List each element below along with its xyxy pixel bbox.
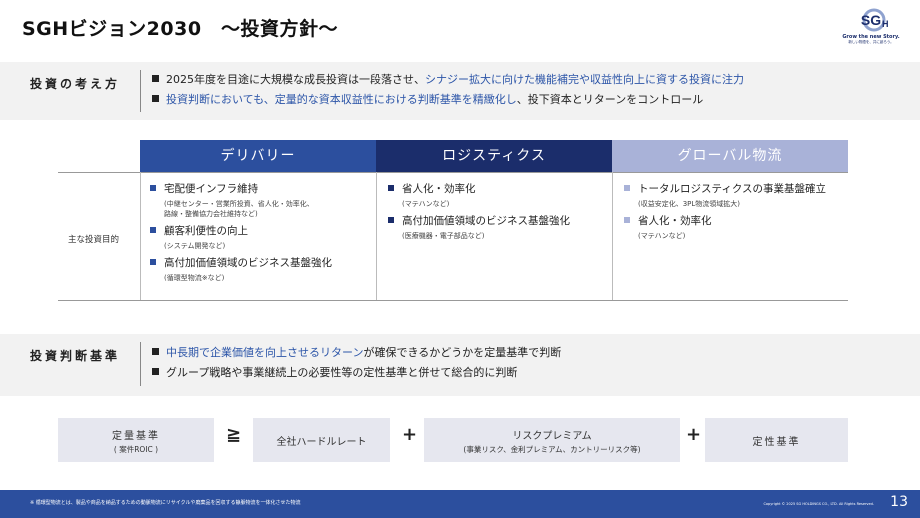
box-label: 定性基準	[752, 437, 801, 448]
table-bottom-line	[58, 300, 848, 301]
criteria-bullet-1: 中長期で企業価値を向上させるリターンが確保できるかどうかを定量基準で判断	[152, 343, 561, 363]
table-vline	[140, 172, 141, 300]
page-title: SGHビジョン2030 ～投資方針～	[22, 18, 339, 40]
bullet-text: グループ戦略や事業継続上の必要性等の定性基準と併せて総合的に判断	[166, 366, 518, 379]
bullet-square-icon	[152, 348, 159, 355]
item-note: (マテハンなど)	[402, 200, 450, 208]
policy-bullet-2: 投資判断においても、定量的な資本収益性における判断基準を精緻化し、投下資本とリタ…	[152, 90, 744, 110]
item-text: トータルロジスティクスの事業基盤確立	[638, 183, 827, 195]
item-text: 省人化・効率化	[638, 215, 712, 227]
item-note: (システム開発など)	[164, 242, 226, 250]
global-column: トータルロジスティクスの事業基盤確立 (収益安定化、3PL物流領域拡大) 省人化…	[624, 183, 826, 247]
company-logo: SG H Grow the new Story. 新しい物語を、共に創ろう。	[836, 6, 906, 50]
note-line: (中継センター・営業所投資、省人化・効率化、	[164, 200, 314, 208]
bullet-square-icon	[150, 185, 156, 191]
box-sublabel: ( 案件ROIC )	[113, 445, 159, 454]
sgh-logo-icon: SG H	[861, 8, 889, 32]
list-item: 高付加価値領域のビジネス基盤強化	[388, 215, 570, 228]
bullet-highlight: 投資判断においても、定量的な資本収益性における判断基準を精緻化し	[166, 93, 517, 106]
box-sublabel: (事業リスク、金利プレミアム、カントリーリスク等)	[463, 445, 641, 454]
svg-text:H: H	[882, 19, 889, 29]
bullet-square-icon	[150, 259, 156, 265]
risk-premium-box: リスクプレミアム (事業リスク、金利プレミアム、カントリーリスク等)	[424, 418, 680, 462]
bullet-square-icon	[624, 217, 630, 223]
bullet-square-icon	[624, 185, 630, 191]
geq-operator: ≧	[226, 424, 242, 445]
footnote: ※ 循環型物流とは、製品や商品を納品するための動脈物流にリサイクルや廃棄品を回収…	[30, 500, 301, 506]
footer-bar: ※ 循環型物流とは、製品や商品を納品するための動脈物流にリサイクルや廃棄品を回収…	[0, 490, 920, 518]
bullet-square-icon	[152, 95, 159, 102]
plus-operator: +	[686, 424, 702, 445]
table-top-line	[58, 172, 848, 173]
bullet-highlight: 中長期で企業価値を向上させるリターン	[166, 346, 364, 359]
header-global: グローバル物流	[612, 140, 848, 172]
divider	[140, 342, 141, 386]
bullet-highlight: シナジー拡大に向けた機能補完や収益性向上に資する投資に注力	[425, 73, 744, 86]
svg-text:SG: SG	[861, 12, 881, 28]
investment-policy-band: 投資の考え方 2025年度を目途に大規模な成長投資は一段落させ、シナジー拡大に向…	[0, 62, 920, 120]
box-label: 全社ハードルレート	[276, 437, 367, 448]
qualitative-criteria-box: 定性基準	[705, 418, 848, 462]
box-label: 定量基準	[112, 431, 160, 442]
list-item: 高付加価値領域のビジネス基盤強化	[150, 257, 332, 270]
delivery-column: 宅配便インフラ維持 (中継センター・営業所投資、省人化・効率化、 路線・整備協力会…	[150, 183, 332, 289]
policy-bullet-1: 2025年度を目途に大規模な成長投資は一段落させ、シナジー拡大に向けた機能補完や…	[152, 70, 744, 90]
item-text: 省人化・効率化	[402, 183, 476, 195]
list-item: 省人化・効率化	[388, 183, 570, 196]
item-text: 宅配便インフラ維持	[164, 183, 259, 195]
page-number: 13	[890, 494, 908, 510]
policy-label: 投資の考え方	[30, 77, 121, 91]
quantitative-criteria-box: 定量基準 ( 案件ROIC )	[58, 418, 214, 462]
table-vline	[376, 172, 377, 300]
item-note: (循環型物流※など)	[164, 274, 225, 282]
criteria-bullets: 中長期で企業価値を向上させるリターンが確保できるかどうかを定量基準で判断 グルー…	[152, 343, 561, 383]
header-logistics: ロジスティクス	[376, 140, 612, 172]
box-label: リスクプレミアム	[512, 431, 592, 442]
bullet-text: が確保できるかどうかを定量基準で判断	[363, 346, 562, 359]
item-text: 高付加価値領域のビジネス基盤強化	[402, 215, 570, 227]
plus-operator: +	[402, 424, 418, 445]
item-text: 高付加価値領域のビジネス基盤強化	[164, 257, 332, 269]
item-note: (収益安定化、3PL物流領域拡大)	[638, 200, 741, 208]
list-item: 顧客利便性の向上	[150, 225, 332, 238]
hurdle-rate-box: 全社ハードルレート	[253, 418, 390, 462]
bullet-square-icon	[152, 75, 159, 82]
bullet-text: 2025年度を目途に大規模な成長投資は一段落させ、	[166, 73, 425, 86]
divider	[140, 70, 141, 112]
bullet-square-icon	[152, 368, 159, 375]
header-delivery: デリバリー	[140, 140, 376, 172]
item-note: (マテハンなど)	[638, 232, 686, 240]
logo-subtagline: 新しい物語を、共に創ろう。	[848, 40, 894, 44]
item-text: 顧客利便性の向上	[164, 225, 248, 237]
criteria-label: 投資判断基準	[30, 349, 121, 363]
note-line: 路線・整備協力会社維持など)	[164, 210, 258, 218]
list-item: 宅配便インフラ維持	[150, 183, 332, 196]
list-item: 省人化・効率化	[624, 215, 826, 228]
logistics-column: 省人化・効率化 (マテハンなど) 高付加価値領域のビジネス基盤強化 (医療機器・…	[388, 183, 570, 247]
copyright: Copyright © 2025 SG HOLDINGS CO., LTD. A…	[763, 502, 874, 506]
criteria-bullet-2: グループ戦略や事業継続上の必要性等の定性基準と併せて総合的に判断	[152, 363, 561, 383]
list-item: トータルロジスティクスの事業基盤確立	[624, 183, 826, 196]
bullet-square-icon	[388, 185, 394, 191]
item-note: (医療機器・電子部品など)	[402, 232, 485, 240]
criteria-band: 投資判断基準 中長期で企業価値を向上させるリターンが確保できるかどうかを定量基準…	[0, 334, 920, 396]
bullet-square-icon	[150, 227, 156, 233]
table-vline	[612, 172, 613, 300]
item-note: (中継センター・営業所投資、省人化・効率化、 路線・整備協力会社維持など)	[164, 199, 332, 219]
bullet-square-icon	[388, 217, 394, 223]
policy-bullets: 2025年度を目途に大規模な成長投資は一段落させ、シナジー拡大に向けた機能補完や…	[152, 70, 744, 110]
bullet-text: 、投下資本とリターンをコントロール	[516, 93, 704, 106]
row-label: 主な投資目的	[68, 235, 120, 245]
